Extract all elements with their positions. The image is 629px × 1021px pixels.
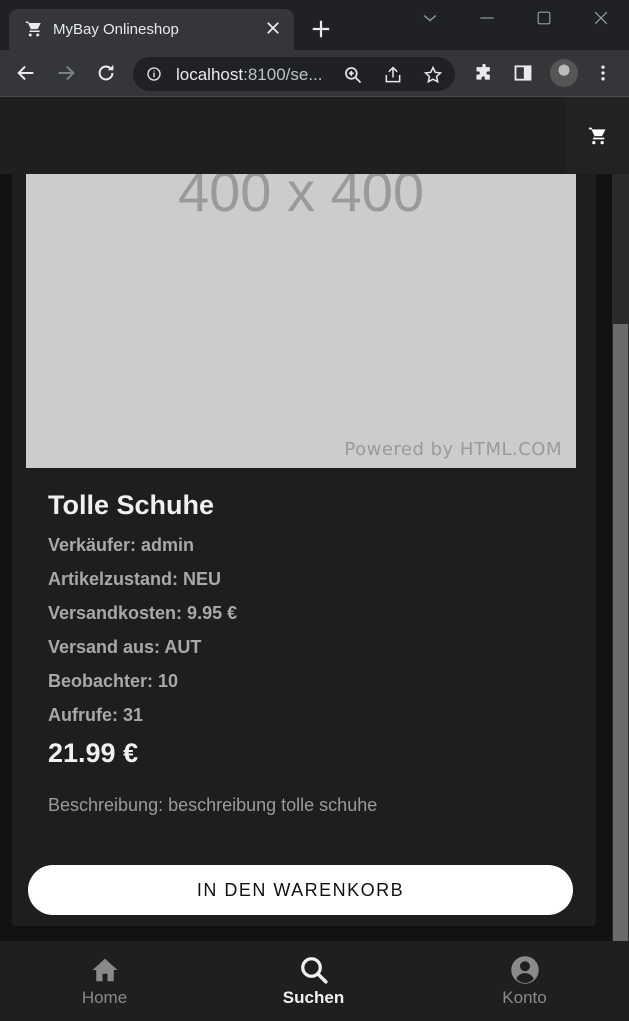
cart-icon [588,127,605,144]
reload-icon[interactable] [95,62,117,84]
bookmark-star-icon[interactable] [423,65,443,85]
product-seller: Verkäufer: admin [48,535,195,555]
browser-toolbar: localhost:8100/se... [0,50,629,97]
forward-icon[interactable] [55,62,77,84]
tab-home-label: Home [81,988,128,1007]
account-icon [510,956,539,984]
zoom-icon[interactable] [343,65,363,85]
image-credit: Powered by HTML.COM [344,439,562,460]
product-shipping-cost: Versandkosten: 9.95 € [48,603,238,623]
home-icon [92,958,117,982]
extensions-icon[interactable] [474,63,494,83]
bottom-tab-bar: Home Suchen Konto [0,941,629,1021]
profile-avatar[interactable] [550,59,578,87]
browser-tab-title: MyBay Onlineshop [53,21,179,38]
product-title: Tolle Schuhe [48,490,215,520]
scrollbar[interactable] [612,174,629,941]
product-watchers: Beobachter: 10 [48,671,179,691]
add-to-cart-button[interactable]: IN DEN WARENKORB [28,865,573,915]
side-panel-icon[interactable] [513,63,533,83]
image-placeholder-text: 400 x 400 [178,174,424,223]
product-price: 21.99 € [48,738,139,768]
new-tab-icon[interactable] [310,18,332,40]
site-info-icon[interactable] [146,66,162,82]
address-bar[interactable]: localhost:8100/se... [133,57,455,91]
product-card: 400 x 400 Powered by HTML.COM Tolle Schu… [12,174,596,926]
tab-search[interactable]: Suchen [209,941,418,1021]
cart-button[interactable] [566,97,629,174]
browser-tabstrip: MyBay Onlineshop [0,0,629,50]
product-ships-from: Versand aus: AUT [48,637,202,657]
close-tab-icon[interactable] [264,19,282,37]
menu-dots-icon[interactable] [593,63,613,83]
tab-search-label: Suchen [282,988,345,1007]
search-icon [300,957,328,984]
tab-home[interactable]: Home [0,941,209,1021]
minimize-icon[interactable] [477,8,497,28]
product-image: 400 x 400 Powered by HTML.COM [26,174,576,468]
browser-tab[interactable]: MyBay Onlineshop [9,9,294,50]
tab-search-icon[interactable] [420,8,440,28]
product-description: Beschreibung: beschreibung tolle schuhe [48,795,378,815]
share-icon[interactable] [383,65,403,85]
url-text: localhost:8100/se... [176,65,323,84]
cart-favicon-icon [25,21,41,37]
back-icon[interactable] [15,62,37,84]
maximize-icon[interactable] [534,8,554,28]
product-condition: Artikelzustand: NEU [48,569,222,589]
close-window-icon[interactable] [591,8,611,28]
tab-account[interactable]: Konto [420,941,629,1021]
app-header [0,97,629,174]
product-views: Aufrufe: 31 [48,705,144,725]
scrollbar-thumb[interactable] [613,324,628,941]
product-content[interactable]: 400 x 400 Powered by HTML.COM Tolle Schu… [0,174,612,941]
tab-account-label: Konto [502,988,547,1007]
